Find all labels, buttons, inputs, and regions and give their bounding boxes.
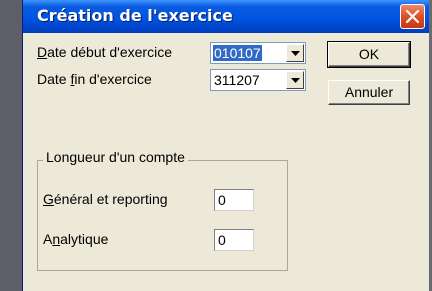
date-debut-value: 010107 bbox=[213, 45, 262, 61]
longueur-compte-groupbox bbox=[37, 160, 288, 271]
date-fin-dropdown-button[interactable] bbox=[286, 71, 304, 89]
date-fin-value: 311207 bbox=[214, 72, 260, 88]
groupbox-title: Longueur d'un compte bbox=[43, 149, 188, 165]
date-fin-label-pre: Date bbox=[37, 71, 71, 87]
ok-button[interactable]: OK bbox=[327, 41, 411, 68]
creation-exercice-dialog: Création de l'exercice Date début d'exer… bbox=[22, 0, 429, 291]
date-fin-label: Date fin d'exercice bbox=[37, 71, 152, 87]
general-label-text: énéral et reporting bbox=[53, 191, 168, 207]
date-fin-label-text: in d'exercice bbox=[74, 71, 152, 87]
chevron-down-icon bbox=[291, 78, 300, 83]
annuler-button[interactable]: Annuler bbox=[328, 80, 410, 105]
analytique-mnemonic: n bbox=[52, 231, 61, 247]
date-fin-combobox[interactable]: 311207 bbox=[210, 69, 306, 91]
title-bar[interactable]: Création de l'exercice bbox=[23, 0, 429, 33]
analytique-label: Analytique bbox=[43, 231, 108, 247]
date-debut-label-text: ate début d'exercice bbox=[47, 44, 172, 60]
date-debut-dropdown-button[interactable] bbox=[286, 44, 304, 62]
analytique-label-text: alytique bbox=[60, 231, 109, 247]
general-reporting-field[interactable]: 0 bbox=[214, 189, 254, 211]
dialog-title: Création de l'exercice bbox=[37, 6, 233, 25]
close-icon bbox=[406, 10, 419, 23]
analytique-field[interactable]: 0 bbox=[214, 229, 254, 251]
date-debut-mnemonic: D bbox=[37, 44, 48, 60]
general-reporting-label: Général et reporting bbox=[43, 191, 168, 207]
analytique-label-pre: A bbox=[43, 231, 53, 247]
chevron-down-icon bbox=[291, 51, 300, 56]
background-window-strip bbox=[0, 0, 22, 291]
date-debut-label: Date début d'exercice bbox=[37, 44, 172, 60]
general-mnemonic: G bbox=[43, 191, 54, 207]
date-debut-combobox[interactable]: 010107 bbox=[210, 42, 306, 64]
close-button[interactable] bbox=[400, 4, 425, 29]
